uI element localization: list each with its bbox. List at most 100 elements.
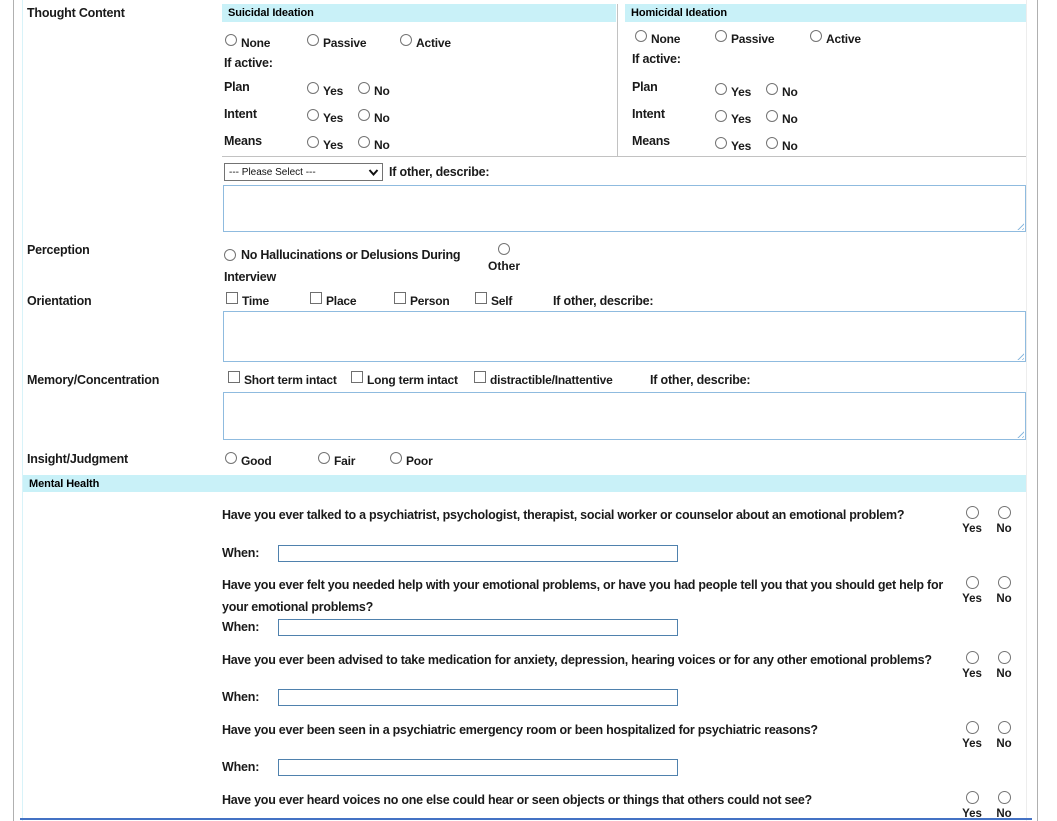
radio-icon[interactable] <box>715 110 727 122</box>
checkbox-icon[interactable] <box>228 371 240 383</box>
radio-icon[interactable] <box>998 576 1011 589</box>
section-label-perception: Perception <box>27 243 90 257</box>
radio-option-q1-yes[interactable]: Yes <box>957 506 987 535</box>
when-input-2[interactable] <box>278 619 678 636</box>
radio-option-homicidal-means-yes[interactable]: Yes <box>715 137 751 152</box>
radio-option-suicidal-plan-no[interactable]: No <box>358 82 390 97</box>
radio-icon[interactable] <box>400 34 412 46</box>
checkbox-icon[interactable] <box>475 292 487 304</box>
memory-if-other-label: If other, describe: <box>650 373 750 387</box>
radio-icon[interactable] <box>358 82 370 94</box>
radio-option-suicidal-means-no[interactable]: No <box>358 136 390 151</box>
orientation-other-textarea[interactable] <box>223 311 1026 362</box>
memory-other-textarea[interactable] <box>223 392 1026 440</box>
radio-option-good[interactable]: Good <box>225 452 272 467</box>
checkbox-option-person[interactable]: Person <box>394 292 449 307</box>
checkbox-option-place[interactable]: Place <box>310 292 356 307</box>
when-input-4[interactable] <box>278 759 678 776</box>
radio-icon[interactable] <box>307 82 319 94</box>
radio-icon[interactable] <box>224 249 236 261</box>
radio-option-q5-yes[interactable]: Yes <box>957 791 987 820</box>
radio-option-homicidal-intent-no[interactable]: No <box>766 110 798 125</box>
yes-no-group-3: Yes No <box>957 651 1019 680</box>
radio-option-suicidal-none[interactable]: None <box>225 34 270 49</box>
radio-option-q4-no[interactable]: No <box>989 721 1019 750</box>
radio-icon[interactable] <box>998 721 1011 734</box>
radio-icon[interactable] <box>966 791 979 804</box>
radio-option-q3-no[interactable]: No <box>989 651 1019 680</box>
question-text-2: Have you ever felt you needed help with … <box>222 574 964 618</box>
radio-icon[interactable] <box>810 30 822 42</box>
checkbox-option-time[interactable]: Time <box>226 292 269 307</box>
checkbox-icon[interactable] <box>226 292 238 304</box>
radio-option-homicidal-plan-no[interactable]: No <box>766 83 798 98</box>
radio-icon[interactable] <box>715 137 727 149</box>
when-label-4: When: <box>222 760 259 774</box>
radio-option-suicidal-active[interactable]: Active <box>400 34 451 49</box>
radio-option-suicidal-intent-no[interactable]: No <box>358 109 390 124</box>
checkbox-icon[interactable] <box>474 371 486 383</box>
radio-option-homicidal-means-no[interactable]: No <box>766 137 798 152</box>
radio-option-q1-no[interactable]: No <box>989 506 1019 535</box>
radio-icon[interactable] <box>358 109 370 121</box>
when-input-1[interactable] <box>278 545 678 562</box>
form-left-border <box>22 0 23 821</box>
radio-icon[interactable] <box>966 506 979 519</box>
radio-icon[interactable] <box>966 721 979 734</box>
radio-icon[interactable] <box>966 651 979 664</box>
radio-option-no-hallucinations[interactable]: No Hallucinations or Delusions During In… <box>224 244 482 288</box>
radio-option-q5-no[interactable]: No <box>989 791 1019 820</box>
radio-icon[interactable] <box>307 109 319 121</box>
ideation-type-select[interactable]: --- Please Select --- <box>224 163 383 181</box>
radio-option-q2-no[interactable]: No <box>989 576 1019 605</box>
radio-icon[interactable] <box>225 34 237 46</box>
outer-right-border <box>1037 0 1038 821</box>
bottom-accent-line <box>20 818 1032 820</box>
radio-icon[interactable] <box>715 30 727 42</box>
radio-option-homicidal-none[interactable]: None <box>635 30 680 45</box>
radio-icon[interactable] <box>307 34 319 46</box>
radio-option-homicidal-intent-yes[interactable]: Yes <box>715 110 751 125</box>
radio-icon[interactable] <box>358 136 370 148</box>
radio-icon[interactable] <box>998 791 1011 804</box>
radio-option-q3-yes[interactable]: Yes <box>957 651 987 680</box>
radio-option-q4-yes[interactable]: Yes <box>957 721 987 750</box>
radio-icon[interactable] <box>390 452 402 464</box>
radio-icon[interactable] <box>766 137 778 149</box>
checkbox-option-long-term[interactable]: Long term intact <box>351 371 458 386</box>
radio-option-suicidal-intent-yes[interactable]: Yes <box>307 109 343 124</box>
radio-option-homicidal-passive[interactable]: Passive <box>715 30 774 45</box>
radio-icon[interactable] <box>766 83 778 95</box>
radio-option-suicidal-passive[interactable]: Passive <box>307 34 366 49</box>
radio-option-homicidal-active[interactable]: Active <box>810 30 861 45</box>
radio-icon[interactable] <box>635 30 647 42</box>
radio-icon[interactable] <box>998 506 1011 519</box>
radio-icon[interactable] <box>966 576 979 589</box>
radio-icon[interactable] <box>498 243 510 255</box>
radio-option-poor[interactable]: Poor <box>390 452 433 467</box>
radio-icon[interactable] <box>307 136 319 148</box>
checkbox-option-self[interactable]: Self <box>475 292 512 307</box>
checkbox-icon[interactable] <box>351 371 363 383</box>
checkbox-icon[interactable] <box>310 292 322 304</box>
radio-option-q2-yes[interactable]: Yes <box>957 576 987 605</box>
mental-status-exam-form: Thought Content Suicidal Ideation Homici… <box>0 0 1057 821</box>
radio-option-suicidal-means-yes[interactable]: Yes <box>307 136 343 151</box>
radio-icon[interactable] <box>998 651 1011 664</box>
radio-icon[interactable] <box>766 110 778 122</box>
when-label-1: When: <box>222 546 259 560</box>
checkbox-icon[interactable] <box>394 292 406 304</box>
radio-option-homicidal-plan-yes[interactable]: Yes <box>715 83 751 98</box>
radio-icon[interactable] <box>318 452 330 464</box>
radio-icon[interactable] <box>715 83 727 95</box>
radio-option-suicidal-plan-yes[interactable]: Yes <box>307 82 343 97</box>
yes-no-group-2: Yes No <box>957 576 1019 605</box>
when-label-2: When: <box>222 620 259 634</box>
radio-icon[interactable] <box>225 452 237 464</box>
radio-option-perception-other[interactable]: Other <box>487 243 521 273</box>
thought-other-textarea[interactable] <box>223 185 1026 232</box>
radio-option-fair[interactable]: Fair <box>318 452 355 467</box>
checkbox-option-short-term[interactable]: Short term intact <box>228 371 337 386</box>
when-input-3[interactable] <box>278 689 678 706</box>
checkbox-option-distractible[interactable]: distractible/Inattentive <box>474 371 613 386</box>
